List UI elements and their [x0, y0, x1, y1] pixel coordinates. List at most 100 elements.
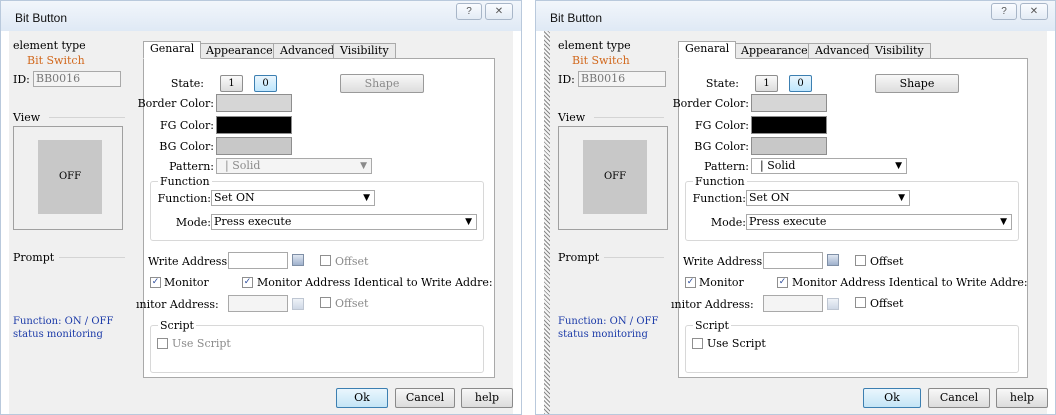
function-group: Function Function: Set ON ▼ Mode: Press e…	[685, 175, 1019, 241]
monitor-address-label: ınitor Address:	[671, 298, 754, 311]
help-icon[interactable]: ?	[991, 3, 1017, 20]
write-address-input[interactable]	[763, 252, 823, 269]
element-type-label: element type	[13, 39, 86, 52]
monitor-identical-checkbox[interactable]: ✓	[777, 277, 788, 288]
ok-button[interactable]: Ok	[336, 388, 388, 408]
function-label: Function:	[157, 192, 211, 205]
state-0-button[interactable]: 0	[789, 75, 812, 92]
close-icon[interactable]: ✕	[1020, 3, 1048, 20]
use-script-label: Use Script	[172, 337, 231, 350]
monitor-identical-label: Monitor Address Identical to Write Addre…	[792, 276, 1028, 289]
title-bar: Bit Button ? ✕	[536, 1, 1055, 31]
preview-off-button: OFF	[583, 140, 647, 214]
tab-visibility[interactable]: Visibility	[333, 43, 396, 59]
use-script-checkbox[interactable]	[692, 338, 703, 349]
monitor-checkbox[interactable]: ✓	[150, 277, 161, 288]
function-select[interactable]: Set ON ▼	[211, 190, 375, 206]
tab-general[interactable]: Genaral	[143, 41, 202, 59]
general-tab-panel: State: 1 0 Shape Border Color: FG Color:…	[136, 58, 495, 378]
cancel-button[interactable]: Cancel	[928, 388, 990, 408]
prompt-label: Prompt	[558, 251, 600, 264]
shape-button[interactable]: Shape	[875, 74, 959, 93]
prompt-text: Function: ON / OFF status monitoring	[558, 316, 659, 340]
pattern-select[interactable]: | Solid ▼	[751, 158, 907, 174]
monitor-identical-checkbox[interactable]: ✓	[242, 277, 253, 288]
prompt-text: Function: ON / OFF status monitoring	[13, 316, 114, 340]
fg-color-swatch[interactable]	[216, 116, 292, 134]
help-button[interactable]: help	[996, 388, 1048, 408]
mode-select[interactable]: Press execute ▼	[746, 214, 1012, 230]
id-field[interactable]: BB0016	[578, 71, 666, 87]
help-button[interactable]: help	[461, 388, 513, 408]
offset2-label: Offset	[335, 297, 369, 310]
offset-checkbox[interactable]	[320, 255, 331, 266]
address-picker-icon[interactable]	[292, 298, 304, 310]
general-tab-panel: State: 1 0 Shape Border Color: FG Color:…	[671, 58, 1028, 378]
use-script-checkbox[interactable]	[157, 338, 168, 349]
element-type-value: Bit Switch	[572, 54, 630, 67]
mode-select[interactable]: Press execute ▼	[211, 214, 477, 230]
tab-appearance[interactable]: Appearance	[199, 43, 280, 59]
id-field[interactable]: BB0016	[33, 71, 121, 87]
tab-advanced[interactable]: Advanced	[273, 43, 342, 59]
view-preview: OFF	[13, 126, 123, 230]
dialog-body: element type Bit Switch ID: BB0016 View …	[544, 31, 1048, 414]
offset-label: Offset	[870, 255, 904, 268]
pattern-label: Pattern:	[169, 160, 214, 173]
monitor-identical-label: Monitor Address Identical to Write Addre…	[257, 276, 493, 289]
tab-advanced[interactable]: Advanced	[808, 43, 877, 59]
view-preview: OFF	[558, 126, 668, 230]
mode-label: Mode:	[710, 216, 746, 229]
use-script-label: Use Script	[707, 337, 766, 350]
cancel-button[interactable]: Cancel	[395, 388, 455, 408]
address-picker-icon[interactable]	[827, 254, 839, 266]
monitor-label: Monitor	[699, 276, 744, 289]
monitor-address-input[interactable]	[228, 295, 288, 312]
address-picker-icon[interactable]	[292, 254, 304, 266]
tab-visibility[interactable]: Visibility	[868, 43, 931, 59]
monitor-address-input[interactable]	[763, 295, 823, 312]
help-icon[interactable]: ?	[456, 3, 482, 20]
prompt-divider	[604, 257, 664, 258]
script-group: Script Use Script	[150, 319, 484, 373]
offset2-checkbox[interactable]	[855, 297, 866, 308]
border-color-swatch[interactable]	[751, 94, 827, 112]
chevron-down-icon: ▼	[363, 193, 370, 203]
view-divider	[49, 117, 125, 118]
address-picker-icon[interactable]	[827, 298, 839, 310]
element-type-value: Bit Switch	[27, 54, 85, 67]
border-color-swatch[interactable]	[216, 94, 292, 112]
state-label: State:	[705, 77, 739, 90]
monitor-label: Monitor	[164, 276, 209, 289]
id-label: ID:	[558, 73, 575, 86]
mode-label: Mode:	[175, 216, 211, 229]
offset-checkbox[interactable]	[855, 255, 866, 266]
state-0-button[interactable]: 0	[254, 75, 277, 92]
pattern-select[interactable]: | Solid ▼	[216, 158, 372, 174]
bg-color-swatch[interactable]	[216, 137, 292, 155]
view-label: View	[558, 111, 586, 124]
function-select[interactable]: Set ON ▼	[746, 190, 910, 206]
close-icon[interactable]: ✕	[485, 3, 513, 20]
dialog-title: Bit Button	[550, 11, 603, 25]
script-group-title: Script	[158, 319, 196, 332]
fg-color-label: FG Color:	[694, 119, 749, 132]
state-1-button[interactable]: 1	[755, 75, 778, 92]
fg-color-swatch[interactable]	[751, 116, 827, 134]
monitor-checkbox[interactable]: ✓	[685, 277, 696, 288]
chevron-down-icon: ▼	[1000, 217, 1007, 227]
state-1-button[interactable]: 1	[220, 75, 243, 92]
offset2-checkbox[interactable]	[320, 297, 331, 308]
title-bar: Bit Button ? ✕	[1, 1, 521, 31]
bit-button-dialog-left: Bit Button ? ✕ element type Bit Switch I…	[0, 0, 522, 415]
ok-button[interactable]: Ok	[863, 388, 921, 408]
bit-button-dialog-right: Bit Button ? ✕ element type Bit Switch I…	[535, 0, 1056, 415]
write-address-input[interactable]	[228, 252, 288, 269]
bg-color-swatch[interactable]	[751, 137, 827, 155]
tab-general[interactable]: Genaral	[678, 41, 737, 59]
shape-button[interactable]: Shape	[340, 74, 424, 93]
tab-appearance[interactable]: Appearance	[734, 43, 815, 59]
preview-off-button: OFF	[38, 140, 102, 214]
fg-color-label: FG Color:	[159, 119, 214, 132]
view-divider	[594, 117, 664, 118]
